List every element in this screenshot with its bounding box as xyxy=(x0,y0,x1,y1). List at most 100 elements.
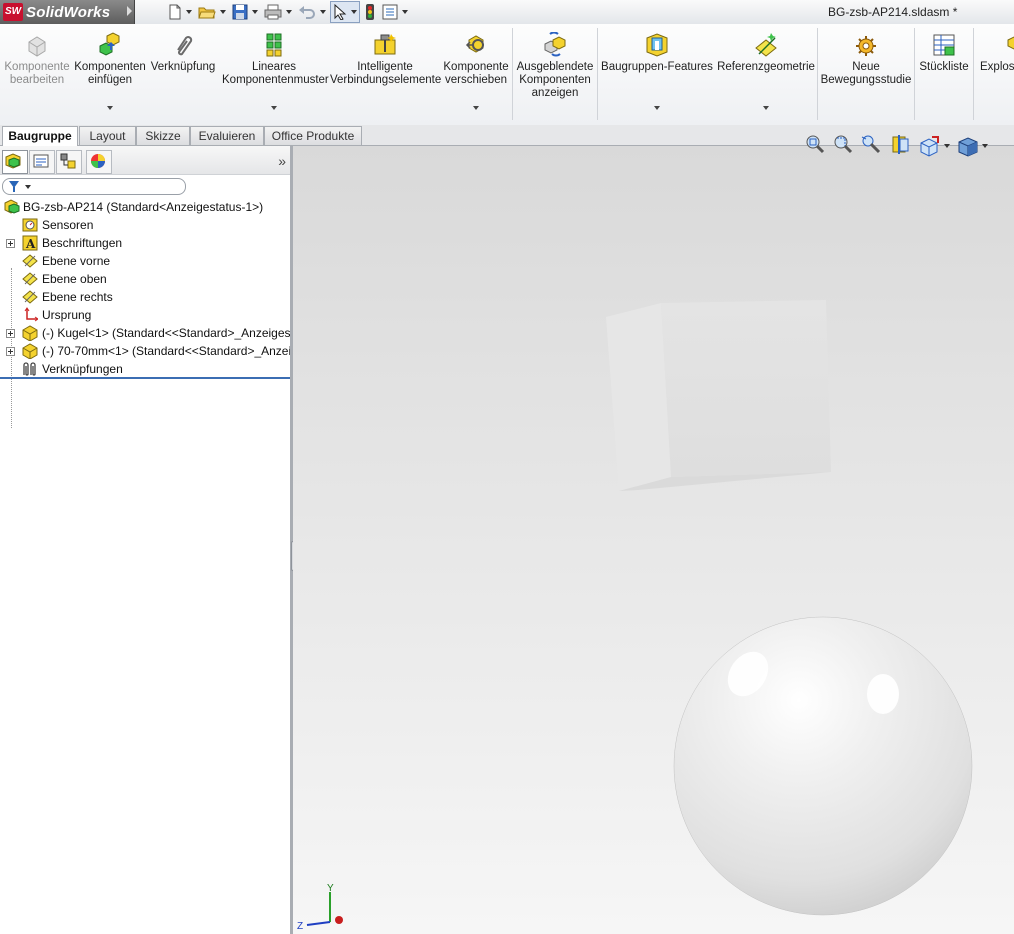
edit-component-button[interactable]: Komponente bearbeiten xyxy=(4,30,70,87)
part-icon xyxy=(22,343,38,359)
tree-item-label: (-) 70-70mm<1> (Standard<<Standard>_Anze… xyxy=(42,344,290,358)
expand-plus-icon[interactable] xyxy=(6,347,15,356)
tree-item-70-70mm[interactable]: (-) 70-70mm<1> (Standard<<Standard>_Anze… xyxy=(0,342,290,360)
zoom-to-area-button[interactable] xyxy=(832,133,854,158)
display-style-button[interactable] xyxy=(956,135,988,157)
expand-plus-icon[interactable] xyxy=(6,239,15,248)
tree-root-assembly[interactable]: BG-zsb-AP214 (Standard<Anzeigestatus-1>) xyxy=(0,198,290,216)
new-document-icon xyxy=(169,4,181,20)
previous-view-button[interactable] xyxy=(860,133,884,158)
chevron-down-icon[interactable] xyxy=(982,143,988,148)
solidworks-menu-button[interactable]: SW SolidWorks xyxy=(0,0,135,24)
tab-evaluieren[interactable]: Evaluieren xyxy=(190,126,264,145)
exploded-view-button[interactable]: Explosio xyxy=(976,30,1014,74)
chevron-down-icon[interactable] xyxy=(286,10,292,14)
feature-manager-panel: » BG-zsb-AP214 (Standard<Anzeigestatus-1… xyxy=(0,146,293,934)
ribbon-separator xyxy=(512,28,513,120)
feature-manager-tab[interactable] xyxy=(2,150,28,174)
bill-of-materials-button[interactable]: Stückliste xyxy=(916,30,972,74)
heads-up-view-toolbar xyxy=(804,133,988,158)
tree-item-sensoren[interactable]: Sensoren xyxy=(0,216,290,234)
tab-office-produkte[interactable]: Office Produkte xyxy=(264,126,362,145)
section-view-button[interactable] xyxy=(890,133,912,158)
ribbon-separator xyxy=(973,28,974,120)
chevron-down-icon[interactable] xyxy=(763,106,769,110)
chevron-down-icon[interactable] xyxy=(186,10,192,14)
chevron-down-icon[interactable] xyxy=(944,143,950,148)
linear-pattern-button[interactable]: Lineares Komponentenmuster xyxy=(222,30,329,110)
command-manager-ribbon: Komponente bearbeiten Komponenten einfüg… xyxy=(0,24,1014,126)
rollback-bar[interactable] xyxy=(0,377,290,379)
tree-item-ebene-rechts[interactable]: Ebene rechts xyxy=(0,288,290,306)
select-button[interactable] xyxy=(330,1,360,23)
move-component-label: Komponente verschieben xyxy=(443,61,509,86)
move-component-button[interactable]: Komponente verschieben xyxy=(442,30,510,110)
tab-layout[interactable]: Layout xyxy=(79,126,136,145)
motion-study-gear-icon xyxy=(853,32,879,58)
graphics-area[interactable]: Y Z xyxy=(293,146,1014,934)
chevron-down-icon[interactable] xyxy=(402,10,408,14)
mate-button[interactable]: Verknüpfung xyxy=(150,30,216,74)
tree-item-label: Ebene oben xyxy=(42,272,107,286)
tree-item-ursprung[interactable]: Ursprung xyxy=(0,306,290,324)
mate-paperclip-icon xyxy=(170,32,196,58)
tab-baugruppe[interactable]: Baugruppe xyxy=(2,126,78,147)
move-component-icon xyxy=(463,32,489,58)
tree-item-label: Ebene rechts xyxy=(42,290,113,304)
chevron-down-icon[interactable] xyxy=(220,10,226,14)
chevron-down-icon[interactable] xyxy=(252,10,258,14)
property-manager-tab[interactable] xyxy=(29,150,55,174)
display-manager-tab[interactable] xyxy=(86,150,112,174)
linear-pattern-label: Lineares Komponentenmuster xyxy=(222,61,329,86)
cube-part[interactable] xyxy=(606,300,831,491)
reference-geometry-button[interactable]: Referenzgeometrie xyxy=(716,30,816,110)
zoom-to-fit-button[interactable] xyxy=(804,133,826,158)
solidworks-logo-icon: SW xyxy=(3,3,23,21)
menu-flyout-arrow-icon xyxy=(127,6,132,16)
tree-item-beschriftungen[interactable]: A Beschriftungen xyxy=(0,234,290,252)
smart-fasteners-button[interactable]: Intelligente Verbindungselemente xyxy=(330,30,441,87)
expand-panel-chevron-icon[interactable]: » xyxy=(278,153,286,169)
plane-icon xyxy=(22,254,38,268)
new-motion-study-label: Neue Bewegungsstudie xyxy=(820,61,912,86)
open-button[interactable] xyxy=(196,2,228,22)
undo-button[interactable] xyxy=(296,2,328,22)
tab-skizze[interactable]: Skizze xyxy=(136,126,190,145)
rebuild-button[interactable] xyxy=(362,2,378,22)
select-arrow-icon xyxy=(334,4,347,20)
assembly-features-button[interactable]: Baugruppen-Features xyxy=(600,30,714,110)
configuration-manager-icon xyxy=(60,153,76,169)
expand-plus-icon[interactable] xyxy=(6,329,15,338)
show-hidden-components-button[interactable]: Ausgeblendete Komponenten anzeigen xyxy=(516,30,594,100)
save-icon xyxy=(232,4,248,20)
sphere-part[interactable] xyxy=(673,616,973,916)
tree-item-label: Verknüpfungen xyxy=(42,362,123,376)
chevron-down-icon[interactable] xyxy=(351,10,357,14)
undo-icon xyxy=(299,6,315,19)
tree-item-ebene-oben[interactable]: Ebene oben xyxy=(0,270,290,288)
zoom-to-fit-icon xyxy=(806,135,825,154)
tree-item-ebene-vorne[interactable]: Ebene vorne xyxy=(0,252,290,270)
chevron-down-icon[interactable] xyxy=(320,10,326,14)
chevron-down-icon[interactable] xyxy=(473,106,479,110)
new-motion-study-button[interactable]: Neue Bewegungsstudie xyxy=(820,30,912,87)
view-orientation-button[interactable] xyxy=(918,135,950,157)
chevron-down-icon[interactable] xyxy=(25,185,31,189)
tree-item-verknuepfungen[interactable]: Verknüpfungen xyxy=(0,360,290,378)
chevron-down-icon[interactable] xyxy=(107,106,113,110)
section-view-icon xyxy=(892,135,909,154)
tree-item-kugel[interactable]: (-) Kugel<1> (Standard<<Standard>_Anzeig… xyxy=(0,324,290,342)
tree-filter-input[interactable] xyxy=(2,178,186,195)
chevron-down-icon[interactable] xyxy=(654,106,660,110)
configuration-manager-tab[interactable] xyxy=(56,150,82,174)
new-document-button[interactable] xyxy=(166,2,194,22)
assembly-features-label: Baugruppen-Features xyxy=(601,61,713,73)
chevron-down-icon[interactable] xyxy=(271,106,277,110)
options-button[interactable] xyxy=(380,2,410,22)
sensor-icon xyxy=(22,218,38,232)
print-icon xyxy=(264,4,282,20)
print-button[interactable] xyxy=(262,2,294,22)
ribbon-separator xyxy=(817,28,818,120)
insert-components-button[interactable]: Komponenten einfügen xyxy=(74,30,146,110)
save-button[interactable] xyxy=(230,2,260,22)
